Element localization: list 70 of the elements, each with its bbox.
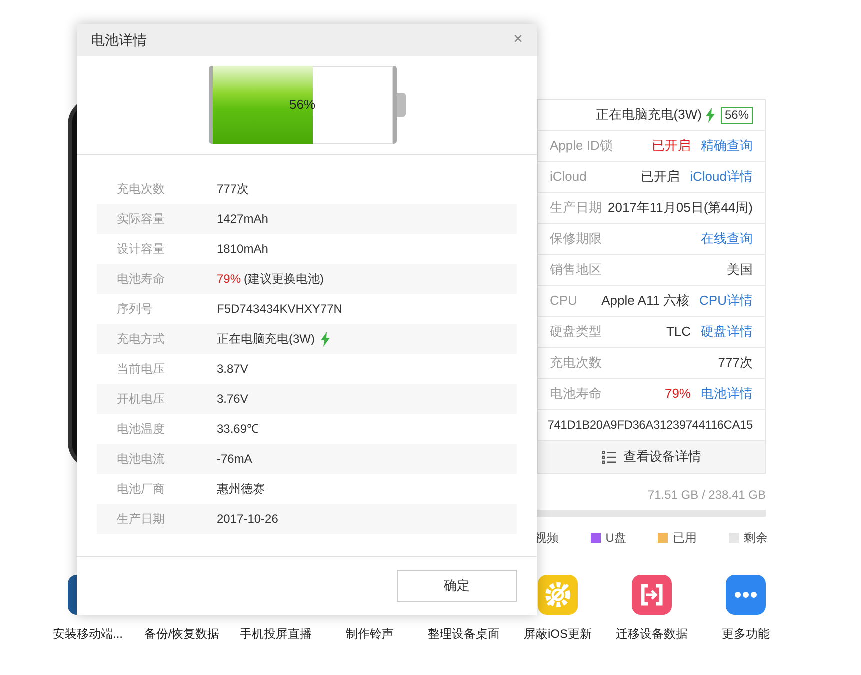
row-value: 2017-10-26 [217,511,278,528]
row-label: iCloud [550,168,587,186]
row-value: 正在电脑充电(3W) [217,331,315,348]
row-label: 充电次数 [550,354,602,372]
tool-label[interactable]: 整理设备桌面 [428,625,500,643]
row-note: (建议更换电池) [244,271,324,288]
row-value: 33.69℃ [217,421,260,438]
row-value: F5D743434KVHXY77N [217,301,342,318]
transfer-icon[interactable] [632,575,672,615]
row-value: 79% [217,271,242,288]
row-value: 79% [664,385,691,404]
detail-link[interactable]: iCloud详情 [690,167,753,187]
row-label: 电池厂商 [117,481,166,498]
row-value: 777次 [718,354,753,372]
list-icon [602,450,616,464]
row-label: 生产日期 [117,511,166,528]
row-value: 已开启 [641,168,680,186]
row-label: Apple ID锁 [550,137,613,156]
detail-link[interactable]: 精确查询 [701,136,753,156]
row-value: 777次 [217,181,250,198]
row-label: 当前电压 [117,361,166,378]
row-label: 硬盘类型 [550,323,602,342]
row-label: 充电方式 [117,331,166,348]
tool-label[interactable]: 迁移设备数据 [616,625,688,643]
detail-link[interactable]: 电池详情 [701,384,753,404]
more-icon[interactable] [726,575,766,615]
row-value: 741D1B20A9FD36A31239744116CA15 [548,417,753,434]
legend-label: 已用 [673,530,698,547]
dialog-title: 电池详情 [91,30,147,50]
row-value: -76mA [217,451,252,468]
tool-label[interactable]: 制作铃声 [346,625,394,643]
detail-link[interactable]: 硬盘详情 [701,322,753,342]
row-label: 充电次数 [117,181,166,198]
device-details-button[interactable]: 查看设备详情 [538,441,765,473]
tool-label[interactable]: 更多功能 [722,625,770,643]
row-label: 电池寿命 [117,271,166,288]
row-value: 1810mAh [217,241,268,258]
legend-label: 剩余 [744,530,768,547]
tool-label[interactable]: 备份/恢复数据 [144,625,220,643]
gear-icon[interactable] [538,575,578,615]
row-label: 实际容量 [117,211,166,228]
storage-text: 71.51 GB / 238.41 GB [646,487,766,504]
row-value: 3.87V [217,361,248,378]
row-value: 惠州德赛 [217,481,265,498]
row-label: CPU [550,292,578,310]
row-value: 美国 [727,261,753,280]
row-label: 电池温度 [117,421,166,438]
row-label: 开机电压 [117,391,166,408]
ok-button[interactable]: 确定 [397,570,517,602]
row-value: 3.76V [217,391,248,408]
tool-label[interactable]: 屏蔽iOS更新 [524,625,592,643]
row-label: 序列号 [117,301,154,318]
detail-link[interactable]: 在线查询 [701,229,753,249]
row-value: 2017年11月05日(第44周) [608,199,753,218]
row-value: Apple A11 六核 [602,292,690,310]
row-value: 已开启 [652,137,691,156]
detail-link[interactable]: CPU详情 [700,291,753,311]
legend-label: U盘 [606,530,626,547]
battery-badge: 56% [720,106,753,124]
row-value: 1427mAh [217,211,268,228]
row-label: 设计容量 [117,241,166,258]
row-label: 电池寿命 [550,385,602,404]
charging-status: 正在电脑充电(3W) [596,106,702,124]
row-label: 生产日期 [550,199,602,218]
tool-label[interactable]: 手机投屏直播 [240,625,312,643]
row-label: 保修期限 [550,230,602,248]
tool-label[interactable]: 安装移动端... [52,625,123,643]
row-value: TLC [666,323,691,342]
row-label: 销售地区 [550,261,602,280]
row-label: 电池电流 [117,451,166,468]
